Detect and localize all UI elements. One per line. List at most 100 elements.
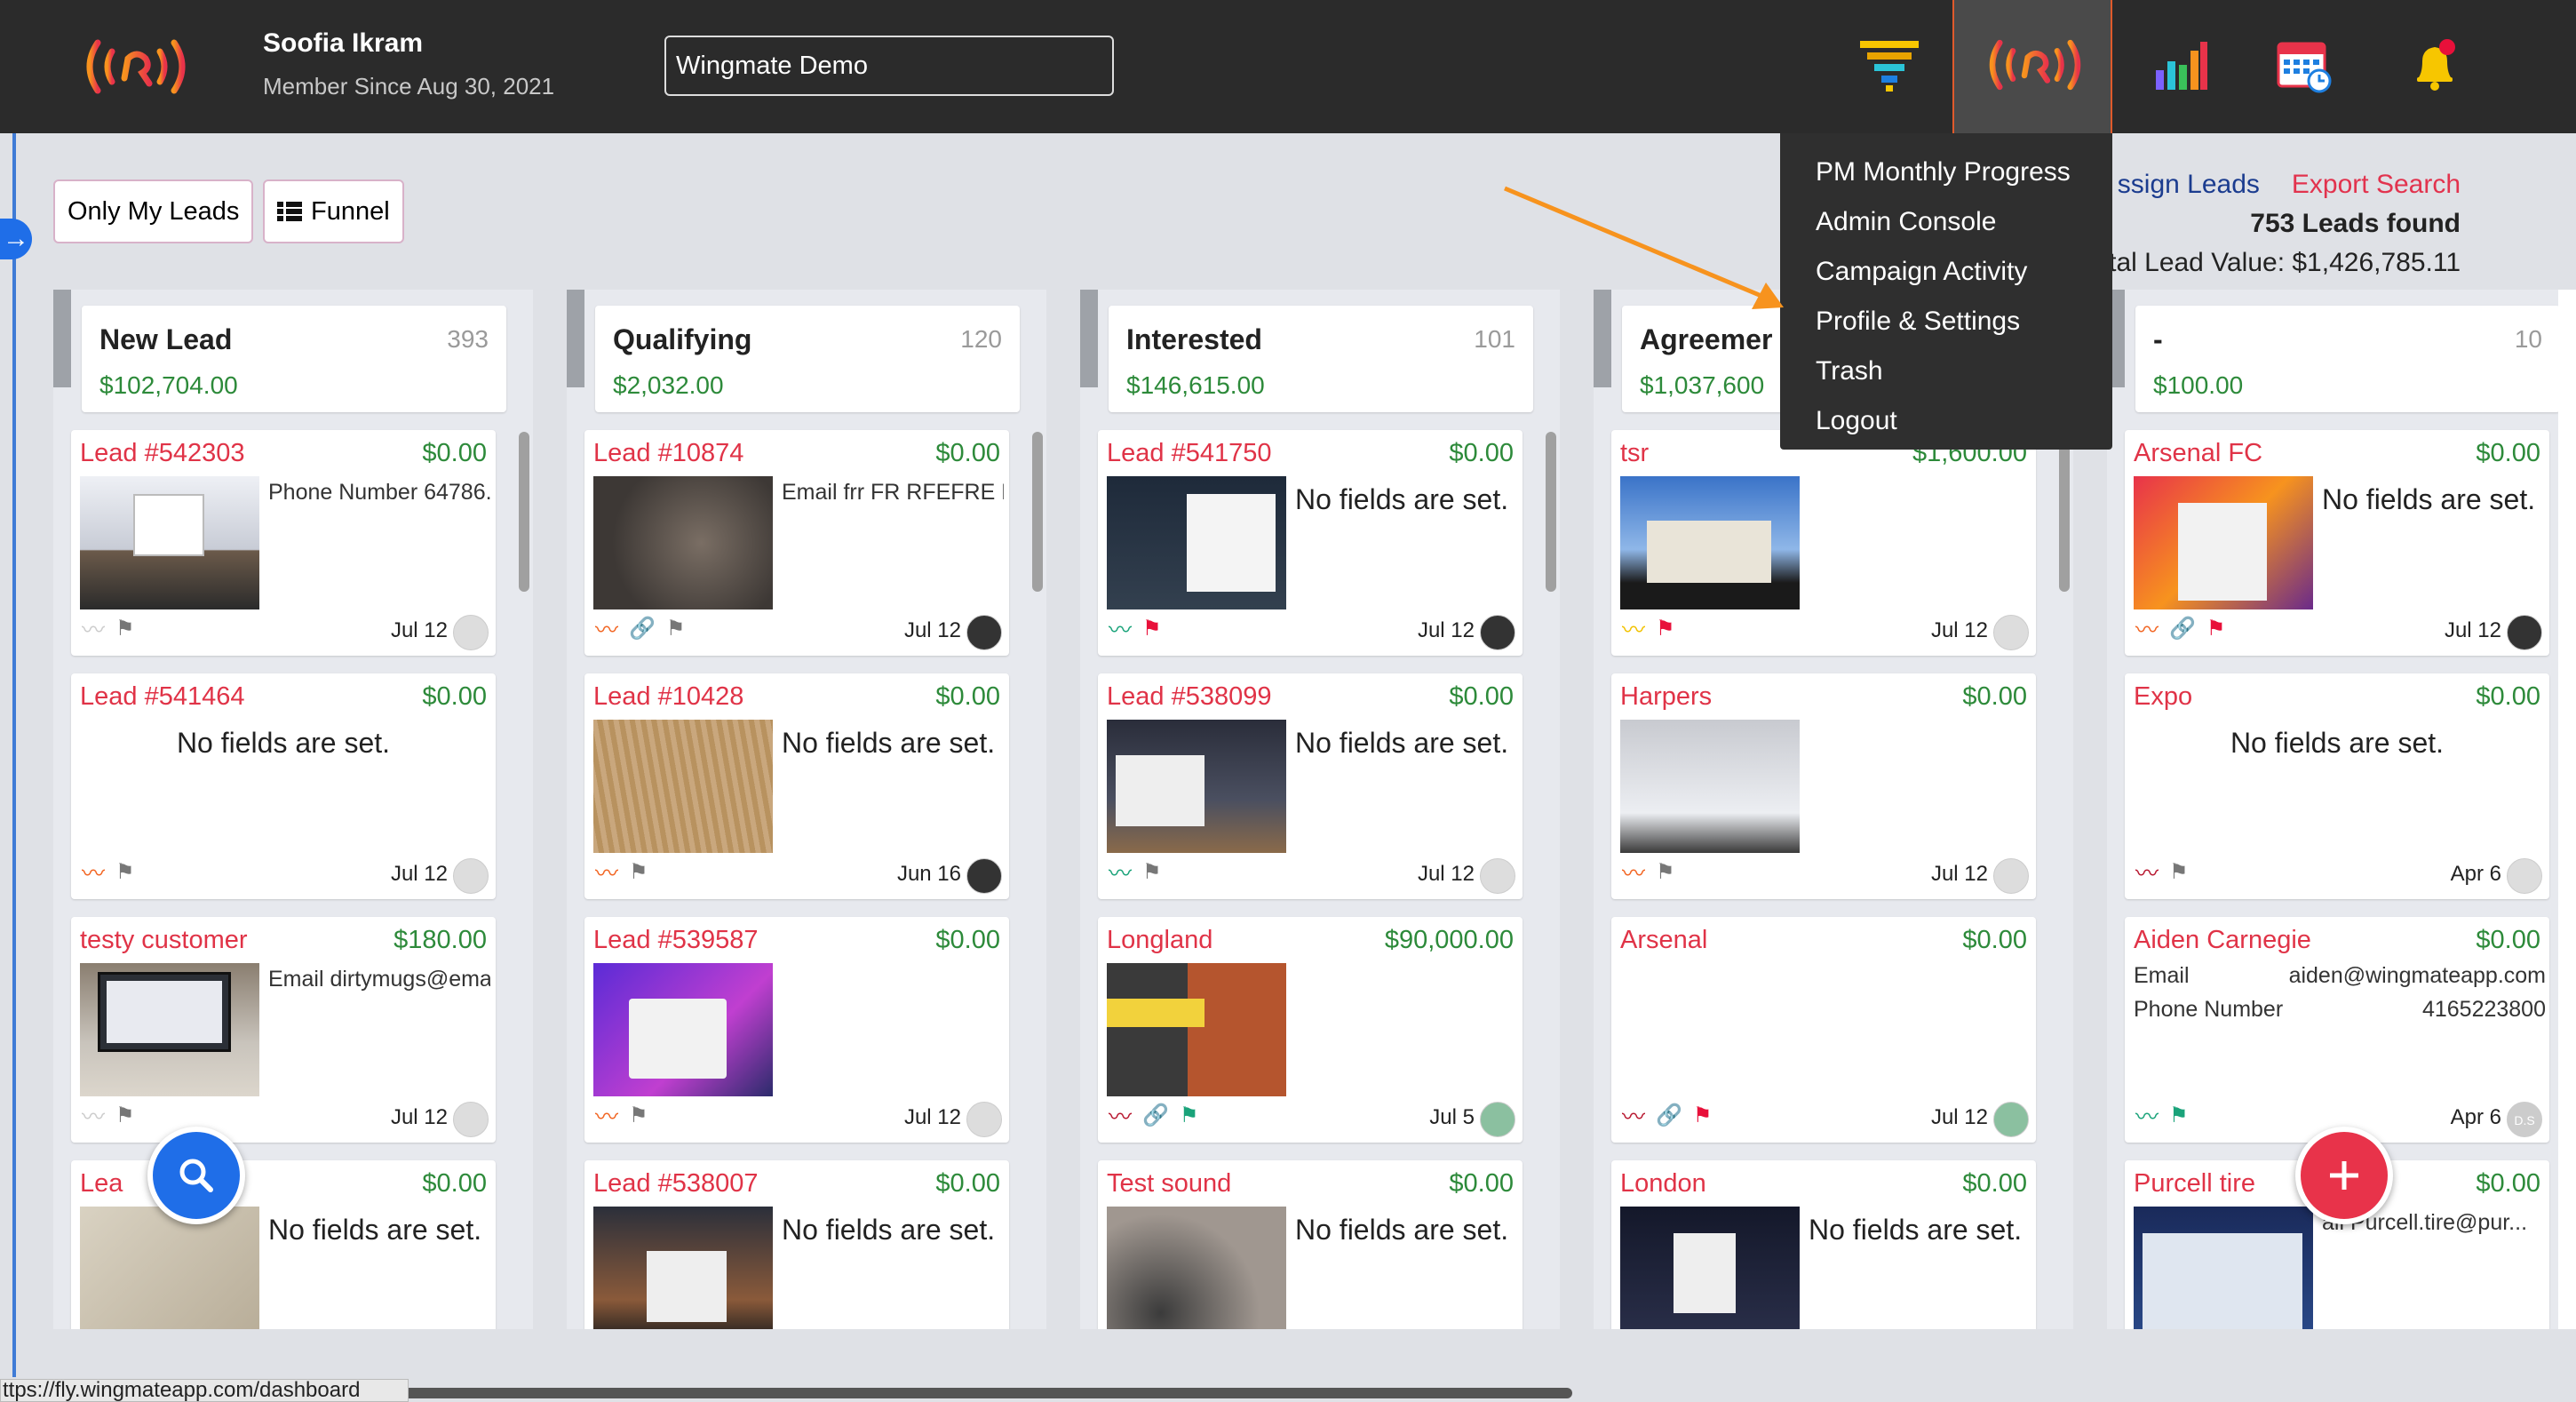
link-icon[interactable]: 🔗 [1142,1103,1169,1128]
column-drag-handle[interactable] [1080,290,1098,387]
lead-card[interactable]: Aiden Carnegie $0.00 Email aiden@wingmate… [2125,917,2549,1143]
activity-pulse-icon[interactable]: 〰 [2135,612,2159,645]
lead-card[interactable]: Longland $90,000.00 〰 🔗 ⚑ Jul 5 [1098,917,1523,1143]
lead-card[interactable]: Arsenal $0.00 〰 🔗 ⚑ Jul 12 [1611,917,2036,1143]
lead-title[interactable]: Lead #538007 [593,1169,758,1199]
lead-title[interactable]: Lead #538099 [1107,682,1271,712]
flag-icon[interactable]: ⚑ [1180,1103,1199,1128]
lead-card[interactable]: Arsenal FC $0.00 No fields are set. 〰 🔗 ⚑ J… [2125,430,2549,656]
lead-title[interactable]: Lead #10428 [593,682,743,712]
notification-bell-icon[interactable] [2395,25,2475,105]
flag-icon[interactable]: ⚑ [115,616,135,641]
lead-title[interactable]: Harpers [1620,682,1712,712]
activity-pulse-icon[interactable]: 〰 [1622,856,1645,888]
lead-card[interactable]: Lead #539587 $0.00 〰 ⚑ Jul 12 [584,917,1009,1143]
menu-item-profile-settings[interactable]: Profile & Settings [1780,297,2112,347]
lead-title[interactable]: Lead #541464 [80,682,244,712]
only-my-leads-button[interactable]: Only My Leads [53,179,254,243]
lead-title[interactable]: testy customer [80,926,248,955]
lead-card[interactable]: testy customer $180.00 Email dirtymugs@em… [71,917,496,1143]
activity-pulse-icon[interactable]: 〰 [82,856,105,888]
bar-chart-icon[interactable] [2141,25,2221,105]
menu-item-admin-console[interactable]: Admin Console [1780,197,2112,247]
export-search-link[interactable]: Export Search [2292,165,2461,204]
lead-title[interactable]: Purcell tire [2134,1169,2255,1199]
lead-title[interactable]: Aiden Carnegie [2134,926,2311,955]
lead-title[interactable]: Arsenal FC [2134,439,2262,468]
activity-pulse-icon[interactable]: 〰 [595,856,618,888]
flag-icon[interactable]: ⚑ [2206,616,2226,641]
flag-icon[interactable]: ⚑ [2169,1103,2189,1128]
lead-card[interactable]: Lead #538099 $0.00 No fields are set. 〰 ⚑ … [1098,673,1523,899]
column-scrollbar[interactable] [1032,432,1043,592]
activity-pulse-icon[interactable]: 〰 [1109,856,1132,888]
menu-item-trash[interactable]: Trash [1780,347,2112,396]
activity-pulse-icon[interactable]: 〰 [595,612,618,645]
lead-card[interactable]: Lea $0.00 No fields are set. [71,1160,496,1329]
flag-icon[interactable]: ⚑ [629,1103,648,1128]
lead-card[interactable]: Lead #10874 $0.00 Email frr FR RFEFRE F..… [584,430,1009,656]
column-scrollbar[interactable] [519,432,529,592]
flag-icon[interactable]: ⚑ [1142,616,1162,641]
flag-icon[interactable]: ⚑ [1656,859,1675,885]
link-icon[interactable]: 🔗 [629,616,656,641]
search-fab-button[interactable] [147,1127,245,1224]
lead-card[interactable]: Harpers $0.00 〰 ⚑ Jul 12 [1611,673,2036,899]
column-scrollbar[interactable] [1546,432,1556,592]
link-icon[interactable]: 🔗 [2169,616,2196,641]
funnel-view-button[interactable]: Funnel [263,179,404,243]
wingmate-logo-icon[interactable] [78,34,194,100]
activity-pulse-icon[interactable]: 〰 [1622,1099,1645,1132]
lead-title[interactable]: tsr [1620,439,1649,468]
lead-card[interactable]: Lead #541464 $0.00 No fields are set. 〰 ⚑ … [71,673,496,899]
menu-item-logout[interactable]: Logout [1780,396,2112,446]
lead-title[interactable]: Arsenal [1620,926,1707,955]
activity-pulse-icon[interactable]: 〰 [82,1099,105,1132]
funnel-icon[interactable] [1849,25,1929,105]
lead-title[interactable]: Lead #539587 [593,926,758,955]
flag-icon[interactable]: ⚑ [629,859,648,885]
activity-pulse-icon[interactable]: 〰 [2135,856,2159,888]
assign-leads-link[interactable]: ssign Leads [2118,165,2260,204]
column-drag-handle[interactable] [53,290,71,387]
activity-pulse-icon[interactable]: 〰 [82,612,105,645]
activity-pulse-icon[interactable]: 〰 [1109,1099,1132,1132]
lead-card[interactable]: Expo $0.00 No fields are set. 〰 ⚑ Apr 6 [2125,673,2549,899]
flag-icon[interactable]: ⚑ [1656,616,1675,641]
lead-card[interactable]: Lead #538007 $0.00 No fields are set. [584,1160,1009,1329]
activity-pulse-icon[interactable]: 〰 [595,1099,618,1132]
column-drag-handle[interactable] [567,290,584,387]
lead-card[interactable]: Test sound $0.00 No fields are set. [1098,1160,1523,1329]
flag-icon[interactable]: ⚑ [2169,859,2189,885]
lead-title[interactable]: Longland [1107,926,1212,955]
flag-icon[interactable]: ⚑ [115,1103,135,1128]
lead-card[interactable]: tsr $1,600.00 〰 ⚑ Jul 12 [1611,430,2036,656]
activity-pulse-icon[interactable]: 〰 [2135,1099,2159,1132]
lead-card[interactable]: Lead #542303 $0.00 Phone Number 64786... … [71,430,496,656]
lead-card[interactable]: London $0.00 No fields are set. [1611,1160,2036,1329]
lead-title[interactable]: Lea [80,1169,123,1199]
flag-icon[interactable]: ⚑ [1142,859,1162,885]
lead-card[interactable]: Lead #541750 $0.00 No fields are set. 〰 ⚑ … [1098,430,1523,656]
lead-title[interactable]: Lead #542303 [80,439,244,468]
lead-title[interactable]: Expo [2134,682,2192,712]
menu-item-campaign-activity[interactable]: Campaign Activity [1780,247,2112,297]
flag-icon[interactable]: ⚑ [1693,1103,1713,1128]
wingmate-menu-icon[interactable] [1977,25,2093,105]
lead-title[interactable]: London [1620,1169,1706,1199]
activity-pulse-icon[interactable]: 〰 [1109,612,1132,645]
organization-field[interactable]: Wingmate Demo [664,36,1114,96]
lead-title[interactable]: Test sound [1107,1169,1231,1199]
lead-card[interactable]: Lead #10428 $0.00 No fields are set. 〰 ⚑ J… [584,673,1009,899]
lead-title[interactable]: Lead #10874 [593,439,743,468]
sidebar-toggle-arrow-icon[interactable]: → [0,219,32,259]
flag-icon[interactable]: ⚑ [115,859,135,885]
link-icon[interactable]: 🔗 [1656,1103,1682,1128]
calendar-icon[interactable] [2263,25,2343,105]
column-scrollbar[interactable] [2059,432,2070,592]
menu-item-pm-monthly-progress[interactable]: PM Monthly Progress [1780,147,2112,197]
add-lead-fab-button[interactable] [2295,1127,2393,1224]
activity-pulse-icon[interactable]: 〰 [1622,612,1645,645]
flag-icon[interactable]: ⚑ [666,616,686,641]
lead-title[interactable]: Lead #541750 [1107,439,1271,468]
